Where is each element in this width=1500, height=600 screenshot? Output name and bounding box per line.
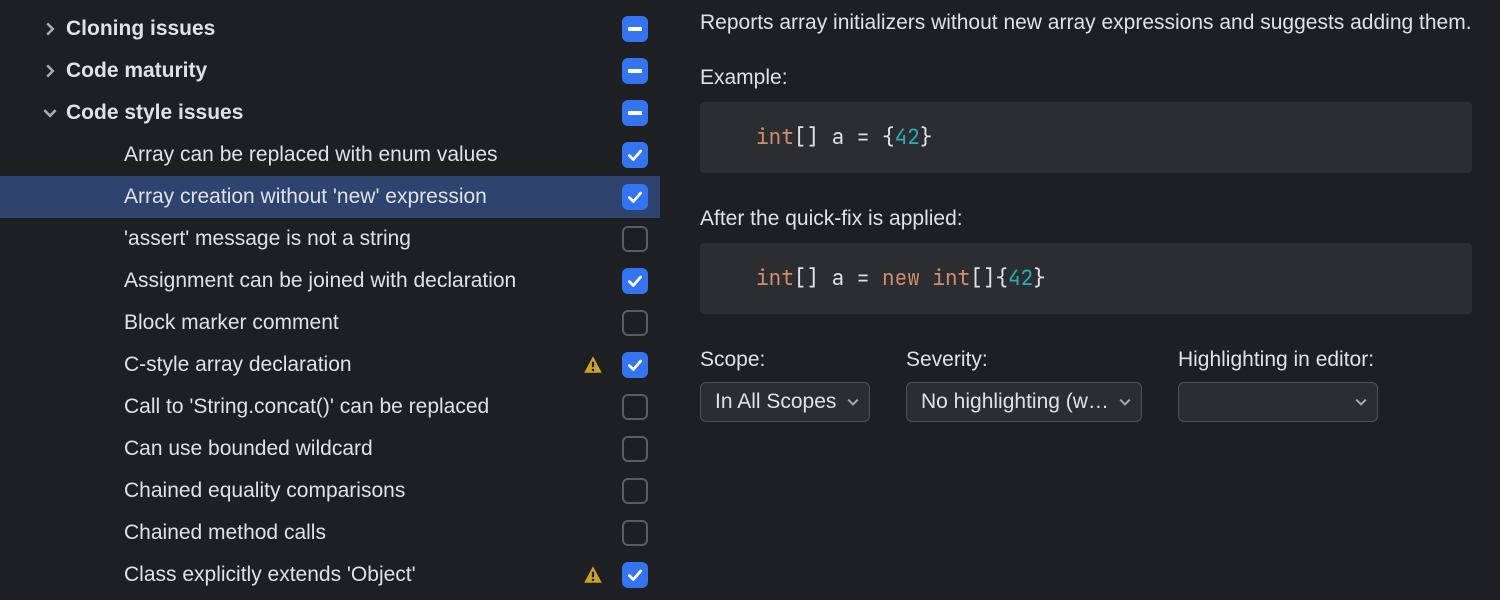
highlighting-label: Highlighting in editor:	[1178, 348, 1378, 372]
item-checkbox[interactable]	[622, 562, 648, 588]
tree-item[interactable]: Assignment can be joined with declaratio…	[0, 260, 660, 302]
item-label: C-style array declaration	[124, 353, 582, 377]
item-label: Chained equality comparisons	[124, 479, 614, 503]
after-fix-label: After the quick-fix is applied:	[700, 207, 1472, 231]
tree-item[interactable]: Call to 'String.concat()' can be replace…	[0, 386, 660, 428]
highlighting-dropdown[interactable]	[1178, 382, 1378, 422]
item-checkbox[interactable]	[622, 226, 648, 252]
category-checkbox[interactable]	[622, 16, 648, 42]
category-label: Cloning issues	[66, 17, 614, 41]
item-label: Can use bounded wildcard	[124, 437, 614, 461]
warning-icon	[582, 354, 604, 376]
tree-category[interactable]: Code maturity	[0, 50, 660, 92]
inspection-tree: Cloning issues Code maturity Code style is…	[0, 0, 660, 600]
tree-item[interactable]: Array creation without 'new' expression	[0, 176, 660, 218]
warning-icon	[582, 564, 604, 586]
item-checkbox[interactable]	[622, 394, 648, 420]
item-label: Array can be replaced with enum values	[124, 143, 614, 167]
item-label: Call to 'String.concat()' can be replace…	[124, 395, 614, 419]
tree-item[interactable]: 'assert' message is not a string	[0, 218, 660, 260]
category-checkbox[interactable]	[622, 100, 648, 126]
item-checkbox[interactable]	[622, 478, 648, 504]
tree-item[interactable]: Can use bounded wildcard	[0, 428, 660, 470]
tree-category[interactable]: Code style issues	[0, 92, 660, 134]
tree-item[interactable]: Block marker comment	[0, 302, 660, 344]
tree-item[interactable]: Chained method calls	[0, 512, 660, 554]
item-checkbox[interactable]	[622, 184, 648, 210]
inspection-detail: Reports array initializers without new a…	[660, 0, 1500, 600]
tree-item[interactable]: Array can be replaced with enum values	[0, 134, 660, 176]
item-checkbox[interactable]	[622, 310, 648, 336]
severity-dropdown[interactable]: No highlighting (w…	[906, 382, 1142, 422]
category-label: Code style issues	[66, 101, 614, 125]
tree-item[interactable]: C-style array declaration	[0, 344, 660, 386]
tree-item[interactable]: Chained equality comparisons	[0, 470, 660, 512]
code-example-before: int[] a = {42}	[700, 102, 1472, 173]
category-label: Code maturity	[66, 59, 614, 83]
item-label: 'assert' message is not a string	[124, 227, 614, 251]
item-label: Assignment can be joined with declaratio…	[124, 269, 614, 293]
item-label: Block marker comment	[124, 311, 614, 335]
inspection-description: Reports array initializers without new a…	[700, 8, 1472, 38]
severity-label: Severity:	[906, 348, 1142, 372]
item-label: Class explicitly extends 'Object'	[124, 563, 582, 587]
tree-category[interactable]: Cloning issues	[0, 8, 660, 50]
code-example-after: int[] a = new int[]{42}	[700, 243, 1472, 314]
scope-dropdown[interactable]: In All Scopes	[700, 382, 870, 422]
category-checkbox[interactable]	[622, 58, 648, 84]
item-checkbox[interactable]	[622, 268, 648, 294]
tree-item[interactable]: Class explicitly extends 'Object'	[0, 554, 660, 596]
example-label: Example:	[700, 66, 1472, 90]
item-label: Chained method calls	[124, 521, 614, 545]
item-checkbox[interactable]	[622, 352, 648, 378]
item-label: Array creation without 'new' expression	[124, 185, 614, 209]
chevron-down-icon	[847, 390, 859, 414]
chevron-right-icon[interactable]	[40, 64, 60, 78]
item-checkbox[interactable]	[622, 142, 648, 168]
inspection-options: Scope: In All Scopes Severity: No highli…	[700, 348, 1472, 422]
item-checkbox[interactable]	[622, 520, 648, 546]
item-checkbox[interactable]	[622, 436, 648, 462]
scope-label: Scope:	[700, 348, 870, 372]
chevron-right-icon[interactable]	[40, 22, 60, 36]
chevron-down-icon	[1119, 390, 1131, 414]
chevron-down-icon[interactable]	[40, 106, 60, 120]
chevron-down-icon	[1355, 390, 1367, 414]
